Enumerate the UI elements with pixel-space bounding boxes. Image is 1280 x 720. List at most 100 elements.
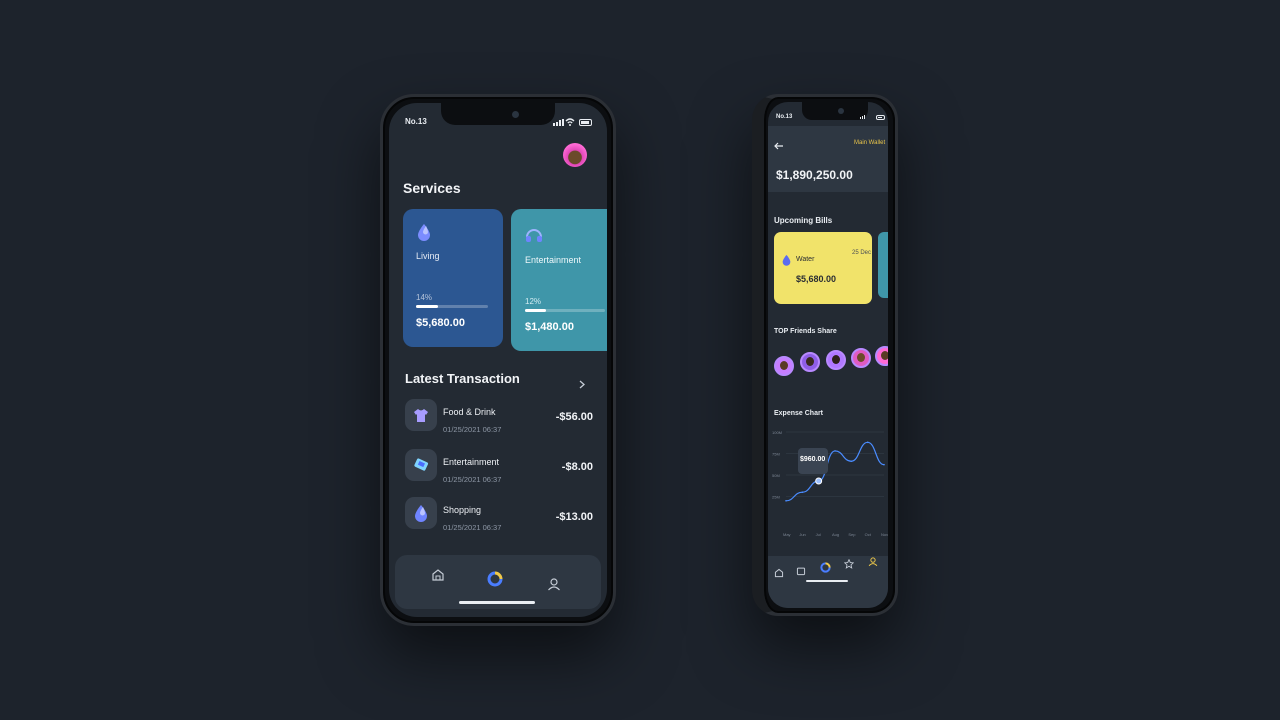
service-progress-fill [525, 309, 546, 312]
bottom-nav [768, 556, 888, 608]
donut-chart-icon[interactable] [820, 562, 831, 573]
chart-point[interactable] [785, 500, 787, 502]
expense-chart[interactable]: 25M 50M 75M 100M May Jun Jul Aug Sep Oct Nov [770, 422, 888, 542]
transaction-name: Shopping [443, 505, 482, 515]
chart-point[interactable] [801, 491, 804, 493]
chart-point[interactable] [883, 463, 885, 466]
right-phone-frame: No.13 Main Wallet $1,890,250.00 Upcoming… [752, 94, 898, 616]
user-icon[interactable] [868, 556, 878, 567]
service-progress-bar [416, 305, 488, 308]
friend-avatar[interactable] [851, 348, 871, 368]
service-progress-fill [416, 305, 438, 308]
chart-point[interactable] [866, 441, 869, 444]
left-phone-screen: No.13 Services Living 14% $5,680.00 Ente… [389, 103, 607, 617]
bill-amount: $5,680.00 [796, 274, 837, 284]
transaction-row[interactable]: Entertainment 01/25/2021 06:37 -$8.00 [389, 449, 607, 493]
chart-tooltip: $960.00 [798, 448, 828, 474]
home-icon[interactable] [431, 568, 445, 582]
donut-chart-icon[interactable] [487, 571, 503, 587]
chart-y-tick: 100M [772, 430, 782, 435]
transaction-amount: -$56.00 [555, 411, 593, 423]
status-time: No.13 [776, 114, 793, 120]
friend-avatar[interactable] [875, 346, 888, 366]
transaction-amount: -$13.00 [555, 511, 593, 523]
chevron-right-icon[interactable] [579, 380, 585, 389]
transaction-date: 01/25/2021 06:37 [443, 425, 502, 434]
wallet-balance: $1,890,250.00 [776, 168, 853, 182]
service-amount: $1,480.00 [525, 321, 574, 333]
status-time: No.13 [405, 117, 427, 126]
left-phone-frame: No.13 Services Living 14% $5,680.00 Ente… [380, 94, 616, 626]
shirt-icon [405, 399, 437, 431]
transaction-name: Entertainment [443, 457, 500, 467]
services-title: Services [403, 180, 461, 196]
home-indicator[interactable] [459, 601, 535, 604]
service-progress-bar [525, 309, 605, 312]
chart-x-tick: Sep [848, 532, 856, 537]
expense-chart-title: Expense Chart [774, 410, 824, 417]
friend-avatar[interactable] [774, 356, 794, 376]
home-indicator[interactable] [806, 580, 848, 582]
signal-icon [553, 119, 564, 126]
home-icon[interactable] [774, 568, 784, 578]
bill-date: 25 Dec [852, 250, 872, 256]
upcoming-bills-title: Upcoming Bills [774, 216, 833, 225]
front-camera [838, 108, 844, 114]
service-amount: $5,680.00 [416, 317, 465, 329]
front-camera [512, 111, 519, 118]
droplet-icon [418, 224, 430, 241]
friends-list [768, 346, 888, 382]
back-arrow-icon[interactable] [774, 142, 784, 150]
friend-avatar[interactable] [826, 350, 846, 370]
bill-name: Water [796, 256, 815, 263]
star-icon[interactable] [844, 559, 854, 569]
right-phone-screen: No.13 Main Wallet $1,890,250.00 Upcoming… [768, 102, 888, 608]
chart-x-tick: Jul [816, 532, 821, 537]
headphones-icon [526, 229, 542, 242]
transaction-amount: -$8.00 [561, 461, 593, 473]
ticket-icon [405, 449, 437, 481]
friend-avatar[interactable] [800, 352, 820, 372]
main-wallet-label[interactable]: Main Wallet [854, 140, 885, 146]
chart-y-tick: 25M [772, 495, 780, 500]
latest-transaction-title: Latest Transaction [405, 371, 520, 386]
chart-tooltip-value: $960.00 [800, 456, 826, 463]
service-percent: 14% [416, 293, 433, 302]
wallet-icon[interactable] [796, 566, 806, 576]
chart-point[interactable] [834, 450, 836, 452]
notch [441, 103, 555, 125]
bill-card-next[interactable] [878, 232, 888, 298]
transaction-row[interactable]: Food & Drink 01/25/2021 06:37 -$56.00 [389, 399, 607, 443]
chart-point[interactable] [815, 477, 823, 485]
service-percent: 12% [525, 297, 542, 306]
notch [802, 102, 868, 120]
service-card-entertainment[interactable]: Entertainment 12% $1,480.00 [511, 209, 607, 351]
chart-point[interactable] [850, 460, 853, 463]
user-icon[interactable] [547, 577, 561, 591]
service-label: Living [416, 251, 440, 261]
bottom-nav [395, 555, 601, 609]
service-label: Entertainment [525, 255, 582, 265]
service-card-living[interactable]: Living 14% $5,680.00 [403, 209, 503, 347]
chart-y-tick: 75M [772, 452, 780, 457]
battery-icon [876, 115, 885, 120]
chart-x-tick: Jun [799, 532, 805, 537]
transaction-row[interactable]: Shopping 01/25/2021 06:37 -$13.00 [389, 497, 607, 541]
droplet-icon [405, 497, 437, 529]
chart-x-tick: May [783, 532, 791, 537]
transaction-name: Food & Drink [443, 407, 496, 417]
profile-avatar[interactable] [563, 143, 587, 167]
droplet-icon [782, 254, 791, 266]
bill-card-water[interactable]: Water 25 Dec $5,680.00 [774, 232, 872, 304]
wallet-header [768, 126, 888, 192]
transaction-date: 01/25/2021 06:37 [443, 523, 502, 532]
transaction-date: 01/25/2021 06:37 [443, 475, 502, 484]
signal-icon [860, 115, 865, 119]
battery-icon [579, 119, 592, 126]
chart-x-tick: Aug [832, 532, 839, 537]
chart-y-tick: 50M [772, 473, 780, 478]
chart-x-tick: Nov [881, 532, 888, 537]
friends-title: TOP Friends Share [774, 328, 837, 335]
chart-x-tick: Oct [865, 532, 872, 537]
wifi-icon [565, 118, 575, 126]
